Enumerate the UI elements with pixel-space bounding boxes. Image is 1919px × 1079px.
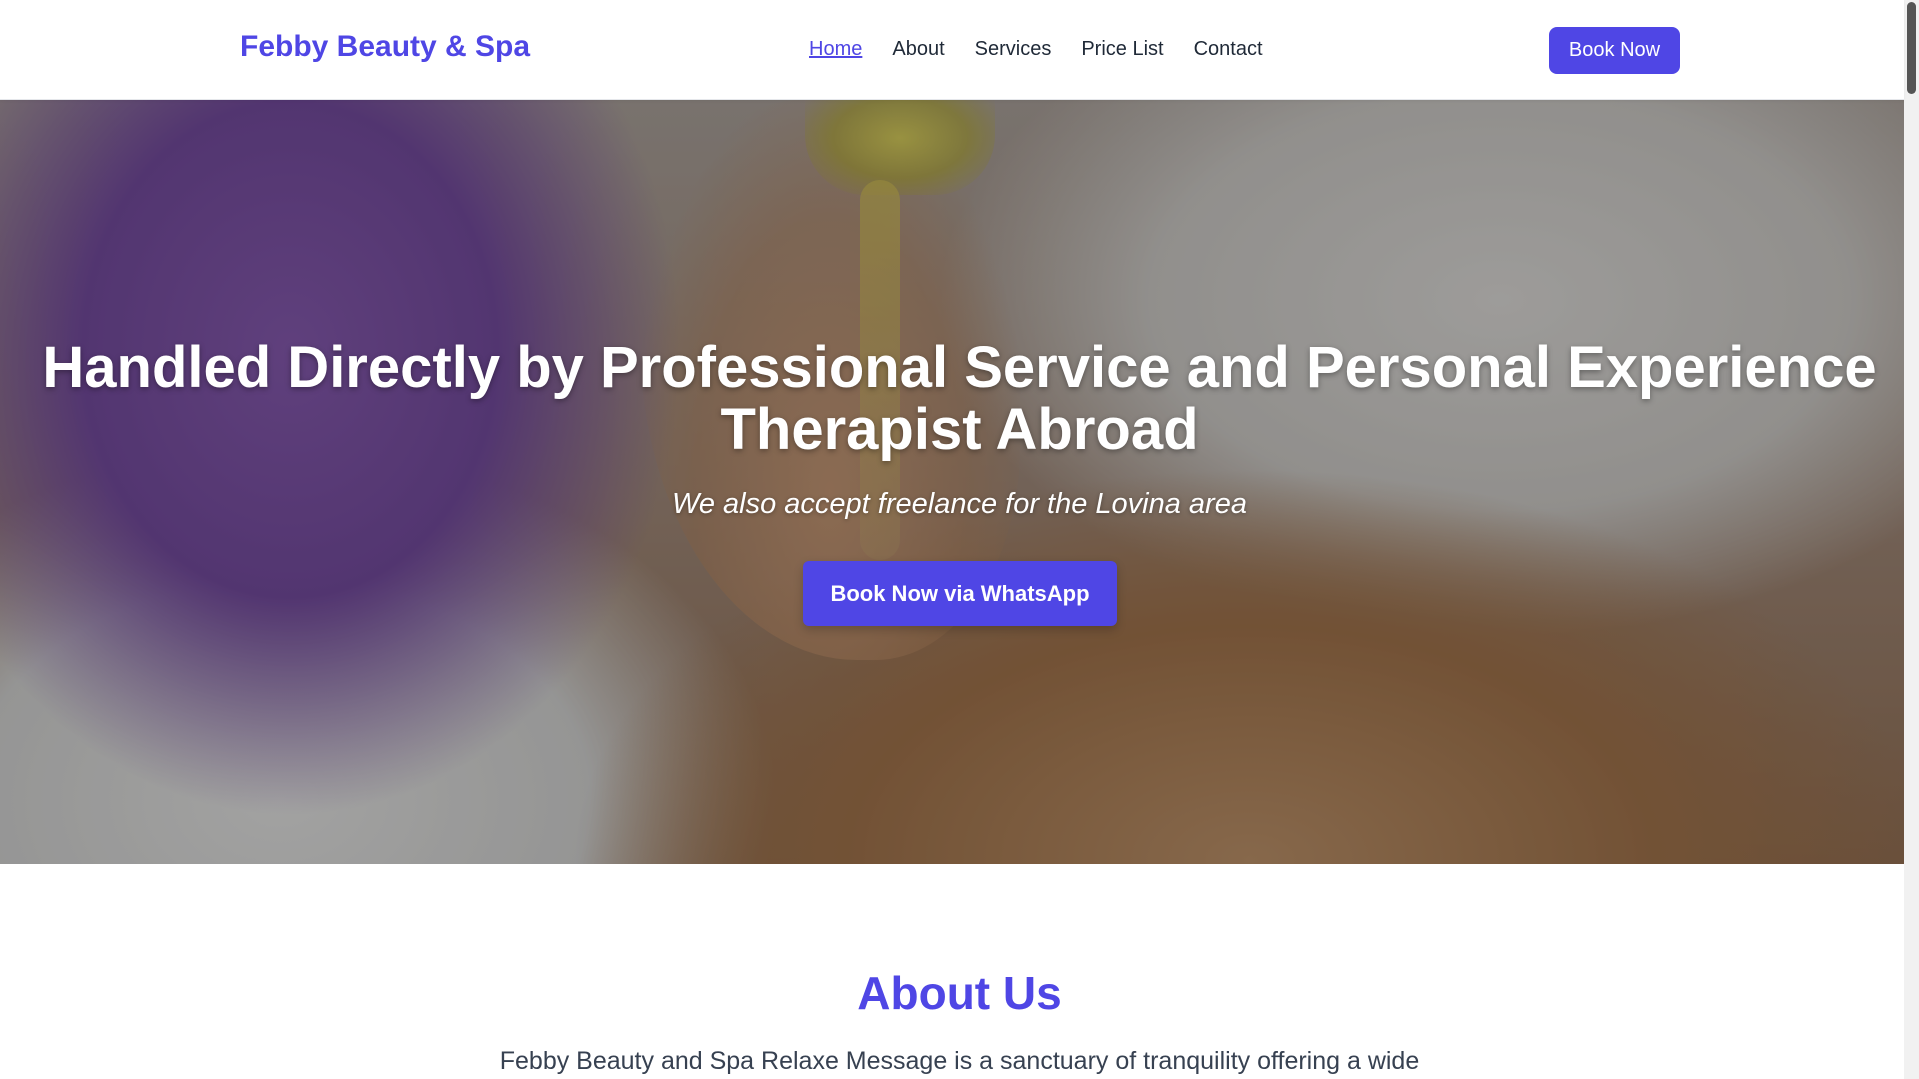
scrollbar-thumb[interactable] — [1907, 2, 1916, 94]
hero-title: Handled Directly by Professional Service… — [42, 335, 1877, 462]
nav-link-price-list[interactable]: Price List — [1081, 38, 1163, 61]
page: Febby Beauty & Spa Home About Services P… — [0, 0, 1919, 1079]
hero-overlay — [0, 100, 1904, 864]
about-title: About Us — [857, 967, 1062, 1019]
whatsapp-booking-button[interactable]: Book Now via WhatsApp — [803, 561, 1117, 626]
nav-link-contact[interactable]: Contact — [1194, 38, 1263, 61]
hero-subtitle: We also accept freelance for the Lovina … — [672, 488, 1247, 520]
nav-link-home[interactable]: Home — [809, 38, 862, 61]
brand-logo[interactable]: Febby Beauty & Spa — [240, 30, 530, 64]
main-nav: Home About Services Price List Contact — [809, 38, 1263, 61]
navbar: Febby Beauty & Spa Home About Services P… — [0, 0, 1904, 100]
nav-link-about[interactable]: About — [892, 38, 944, 61]
scrollbar[interactable] — [1904, 0, 1919, 1079]
book-now-button[interactable]: Book Now — [1549, 27, 1680, 74]
about-text: Febby Beauty and Spa Relaxe Message is a… — [499, 1047, 1420, 1075]
hero-section: Handled Directly by Professional Service… — [0, 100, 1904, 864]
nav-link-services[interactable]: Services — [975, 38, 1052, 61]
